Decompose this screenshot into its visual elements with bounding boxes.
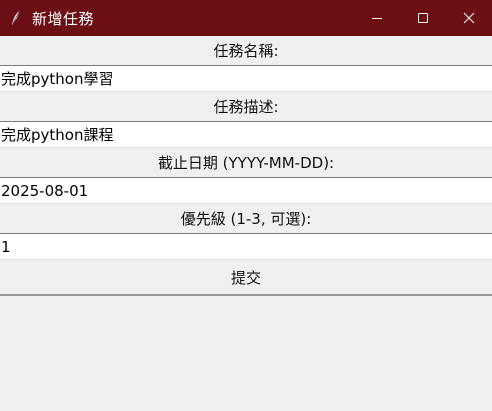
task-name-value: 完成python學習 — [1, 70, 114, 88]
submit-button[interactable]: 提交 — [0, 260, 492, 296]
due-date-input[interactable]: 2025-08-01 — [0, 177, 492, 204]
priority-value: 1 — [1, 237, 11, 256]
task-name-input[interactable]: 完成python學習 — [0, 65, 492, 92]
task-description-value: 完成python課程 — [1, 126, 114, 144]
minimize-icon — [371, 9, 383, 28]
task-name-label: 任務名稱: — [213, 42, 279, 60]
title-bar[interactable]: 新增任務 — [0, 0, 492, 36]
maximize-button[interactable] — [400, 0, 446, 36]
close-button[interactable] — [446, 0, 492, 36]
maximize-icon — [417, 9, 429, 28]
task-description-label: 任務描述: — [213, 98, 279, 116]
close-icon — [463, 9, 475, 28]
feather-icon — [9, 10, 23, 26]
priority-label: 優先級 (1-3, 可選): — [180, 210, 312, 228]
due-date-value: 2025-08-01 — [1, 181, 89, 200]
due-date-label: 截止日期 (YYYY-MM-DD): — [157, 154, 335, 172]
priority-input[interactable]: 1 — [0, 233, 492, 260]
add-task-window: 新增任務 任務名稱: 完成python學習 任務描述: 完成python課程 截… — [0, 0, 492, 411]
window-controls — [354, 0, 492, 36]
window-title: 新增任務 — [32, 9, 95, 28]
task-description-input[interactable]: 完成python課程 — [0, 121, 492, 148]
minimize-button[interactable] — [354, 0, 400, 36]
